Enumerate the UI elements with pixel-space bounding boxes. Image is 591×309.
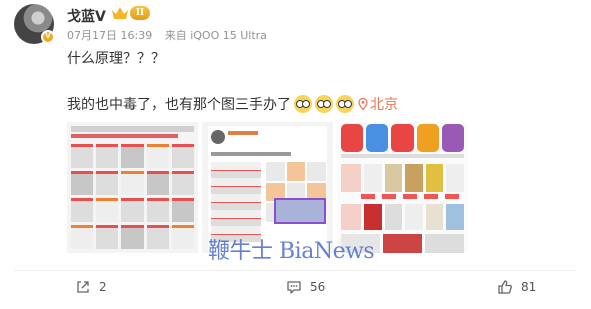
share-button[interactable]: 2 — [75, 279, 107, 295]
like-count: 81 — [521, 280, 537, 294]
divider — [14, 270, 577, 271]
location-link[interactable]: 北京 — [358, 94, 398, 114]
emoji-icon — [315, 95, 333, 113]
post-text-line2: 我的也中毒了，也有那个图三手办了 北京 — [67, 94, 398, 114]
share-count: 2 — [99, 280, 107, 294]
post-meta: 07月17日 16:39 来自 iQOO 15 Ultra — [67, 27, 276, 43]
emoji-icon — [336, 95, 354, 113]
username[interactable]: 戈蓝V — [67, 6, 106, 26]
emoji-icon — [294, 95, 312, 113]
watermark: 鞭牛士 BiaNews — [208, 239, 375, 264]
thumbs-up-icon — [498, 280, 512, 294]
highlight-box — [274, 198, 326, 224]
comment-count: 56 — [310, 280, 326, 294]
comment-icon — [287, 281, 301, 294]
location-text[interactable]: 北京 — [370, 94, 398, 114]
comment-button[interactable]: 56 — [286, 279, 325, 295]
like-button[interactable]: 81 — [497, 279, 536, 295]
post-text: 我的也中毒了，也有那个图三手办了 — [67, 97, 291, 113]
location-pin-icon — [358, 98, 368, 110]
post-image-1[interactable] — [67, 122, 198, 253]
verified-badge-icon — [41, 30, 55, 44]
post-date[interactable]: 07月17日 16:39 — [67, 29, 152, 42]
share-icon — [77, 281, 89, 293]
post-source: 来自 iQOO 15 Ultra — [164, 29, 267, 42]
vip-level-badge[interactable]: II — [130, 6, 150, 20]
crown-badge-icon — [112, 7, 128, 19]
post-text-line1: 什么原理？？？ — [67, 51, 165, 67]
